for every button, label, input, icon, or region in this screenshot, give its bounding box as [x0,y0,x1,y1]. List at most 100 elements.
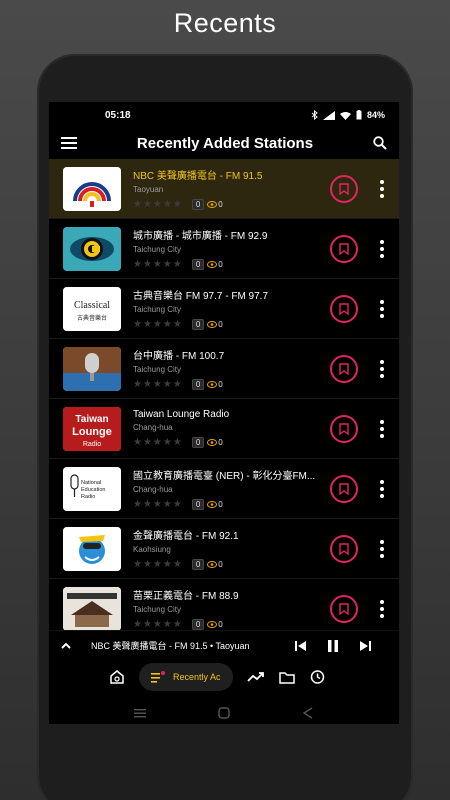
station-row[interactable]: Classical 古典音樂台 古典音樂台 FM 97.7 - FM 97.7 … [49,279,399,339]
playlist-icon [151,671,165,683]
more-vert-icon[interactable] [378,359,386,379]
station-logo [63,526,121,571]
station-row[interactable]: 金聲廣播電台 - FM 92.1 Kaohsiung ★★★★★ 0 0 [49,519,399,579]
station-logo [63,166,121,211]
more-vert-icon[interactable] [378,239,386,259]
rating-stars: ★★★★★ [133,437,183,448]
logo-text: Education [81,487,105,493]
folder-icon[interactable] [278,671,295,684]
logo-text: Taiwan [75,414,108,425]
view-count: 0 [218,438,223,447]
app-title: Recently Added Stations [136,134,314,152]
more-vert-icon[interactable] [378,419,386,439]
rating-count: 0 [191,619,205,630]
views: 0 [207,620,223,629]
skip-next-icon[interactable] [360,640,371,651]
station-row[interactable]: Taiwan Lounge Radio Taiwan Lounge Radio … [49,399,399,459]
station-name: 苗栗正義電台 - FM 88.9 [133,591,239,602]
rating-count: 0 [191,499,205,510]
more-vert-icon[interactable] [378,539,386,559]
views: 0 [207,380,223,389]
menu-icon[interactable] [61,137,77,149]
battery-percent: 84% [366,110,385,120]
view-count: 0 [218,620,223,629]
favorite-button[interactable] [330,235,358,263]
station-row[interactable]: NBC 美聲廣播電台 - FM 91.5 Taoyuan ★★★★★ 0 0 [49,159,399,219]
system-navigation [49,702,399,724]
bookmark-icon [339,423,349,435]
station-city: Chang-hua [133,423,173,432]
station-name: 國立教育廣播電臺 (NER) - 彰化分臺FM... [133,471,316,482]
more-vert-icon[interactable] [378,299,386,319]
chevron-up-icon[interactable] [61,642,71,649]
rating-count: 0 [191,379,205,390]
status-icons: 84% [311,110,385,120]
nav-recently-added[interactable]: Recently Ac [139,663,233,691]
trending-icon[interactable] [246,671,265,683]
favorite-button[interactable] [330,175,358,203]
status-time: 05:18 [105,109,131,121]
views: 0 [207,438,223,447]
app-bar: Recently Added Stations [49,128,399,158]
favorite-button[interactable] [330,535,358,563]
more-vert-icon[interactable] [378,599,386,619]
view-count: 0 [218,200,223,209]
mini-player[interactable]: NBC 美聲廣播電台 - FM 91.5 • Taoyuan [49,630,399,660]
station-row[interactable]: National Education Radio 國立教育廣播電臺 (NER) … [49,459,399,519]
views: 0 [207,260,223,269]
bluetooth-icon [311,110,318,120]
station-city: Taichung City [133,365,182,374]
recents-icon[interactable] [134,708,146,718]
home-radio-icon[interactable] [109,669,125,685]
station-city: Taoyuan [133,185,164,194]
rating-stars: ★★★★★ [133,259,183,270]
more-vert-icon[interactable] [378,179,386,199]
station-name: 金聲廣播電台 - FM 92.1 [133,531,239,542]
view-count: 0 [218,260,223,269]
battery-icon [356,110,362,120]
logo-text: Lounge [72,426,112,438]
eye-icon [207,261,218,268]
station-name: 古典音樂台 FM 97.7 - FM 97.7 [133,291,269,302]
station-logo [63,226,121,271]
rating-stars: ★★★★★ [133,499,183,510]
eye-icon [207,381,218,388]
more-vert-icon[interactable] [378,479,386,499]
home-icon[interactable] [218,707,230,719]
favorite-button[interactable] [330,595,358,623]
views: 0 [207,500,223,509]
bookmark-icon [339,303,349,315]
logo-text: Radio [81,494,95,500]
eye-icon [207,321,218,328]
now-playing-title: NBC 美聲廣播電台 - FM 91.5 • Taoyuan [91,641,250,651]
favorite-button[interactable] [330,295,358,323]
views: 0 [207,200,223,209]
station-row[interactable]: 台中廣播 - FM 100.7 Taichung City ★★★★★ 0 0 [49,339,399,399]
favorite-button[interactable] [330,355,358,383]
eye-icon [207,439,218,446]
views: 0 [207,320,223,329]
bookmark-icon [339,183,349,195]
skip-previous-icon[interactable] [295,640,306,651]
rating-stars: ★★★★★ [133,619,183,630]
station-name: Taiwan Lounge Radio [133,409,230,420]
favorite-button[interactable] [330,475,358,503]
bookmark-icon [339,483,349,495]
search-icon[interactable] [373,136,387,150]
station-logo: Taiwan Lounge Radio [63,406,121,451]
station-city: Chang-hua [133,485,173,494]
rating-count: 0 [191,559,205,570]
history-icon[interactable] [309,669,325,685]
eye-icon [207,621,218,628]
station-city: Kaohsiung [133,545,171,554]
station-row[interactable]: 城市廣播 - 城市廣播 - FM 92.9 Taichung City ★★★★… [49,219,399,279]
logo-text: 古典音樂台 [77,314,107,322]
station-name: 城市廣播 - 城市廣播 - FM 92.9 [133,231,268,242]
favorite-button[interactable] [330,415,358,443]
station-name: NBC 美聲廣播電台 - FM 91.5 [133,171,263,182]
back-icon[interactable] [302,707,314,719]
eye-icon [207,501,218,508]
rating-stars: ★★★★★ [133,319,183,330]
pause-icon[interactable] [328,639,338,652]
eye-icon [207,201,218,208]
